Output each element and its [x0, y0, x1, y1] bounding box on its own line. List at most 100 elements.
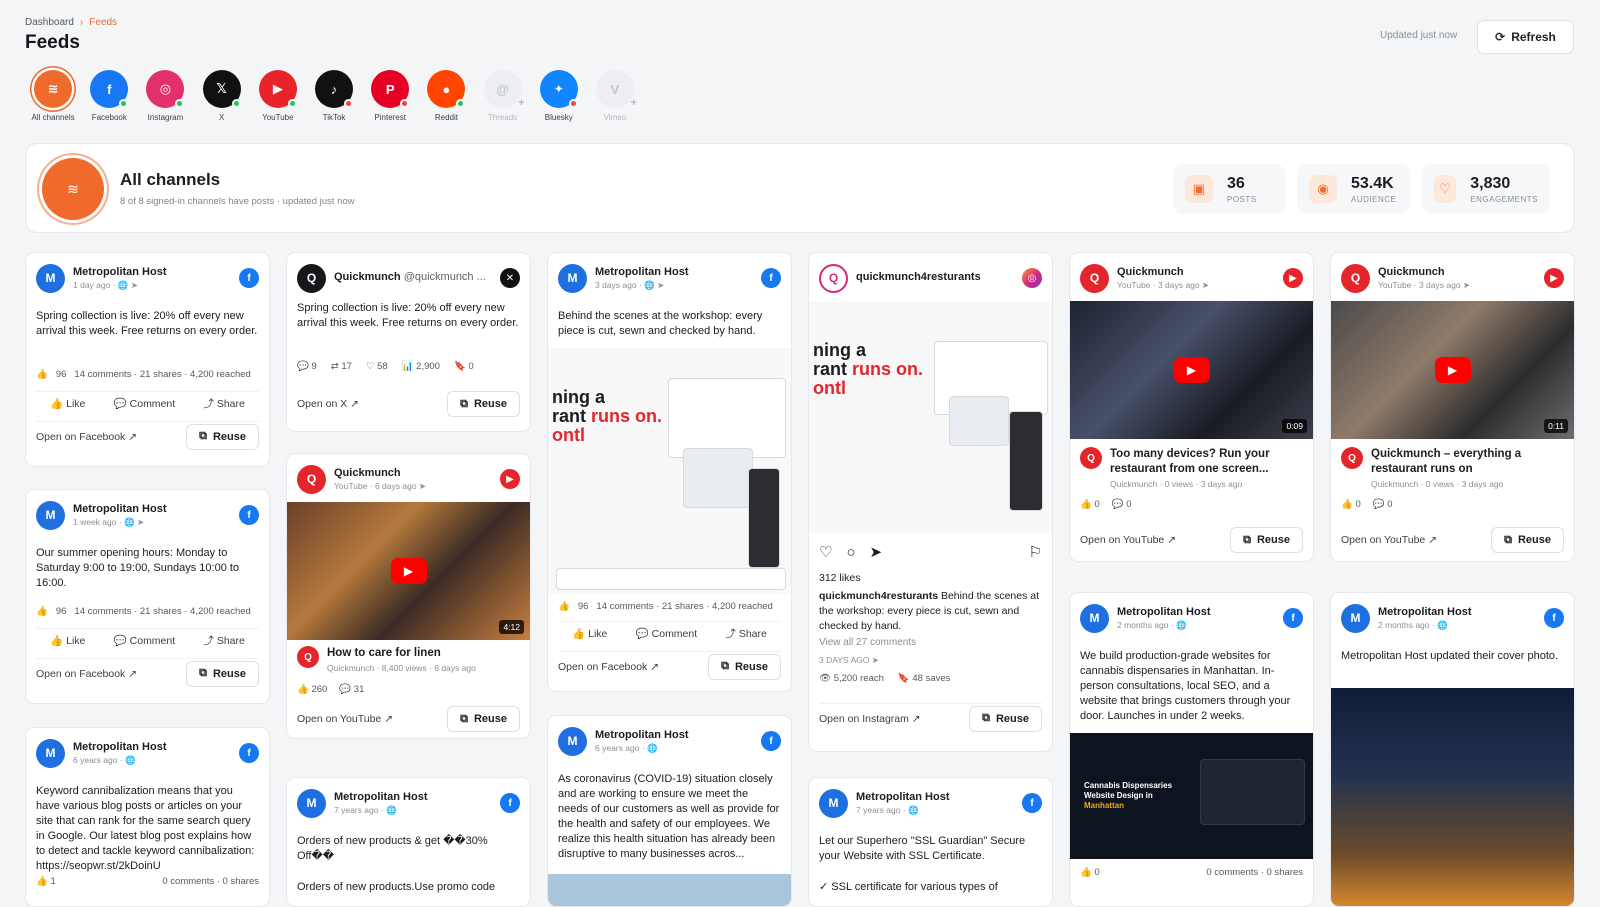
- breadcrumb-root[interactable]: Dashboard: [25, 17, 74, 28]
- reuse-button[interactable]: ⧉ Reuse: [1230, 527, 1303, 553]
- post-text-continued: ✓ SSL certificate for various types of: [819, 881, 998, 893]
- avatar: Q: [819, 263, 848, 293]
- author-name[interactable]: Quickmunch: [1378, 266, 1544, 279]
- bookmark-icon: 🔖 0: [453, 361, 474, 372]
- author-name[interactable]: Metropolitan Host: [595, 266, 761, 279]
- channel-label: Threads: [487, 113, 518, 122]
- card-footer: Open on X ↗ ⧉ Reuse: [297, 389, 520, 419]
- banner-title: All channels: [120, 170, 221, 189]
- share-button[interactable]: ⤴ Share: [203, 633, 244, 648]
- refresh-button[interactable]: ⟳ Refresh: [1477, 20, 1574, 54]
- channel-label: Bluesky: [544, 113, 573, 122]
- youtube-icon: ▶: [1283, 268, 1303, 288]
- video-thumbnail[interactable]: ▶ 0:11: [1331, 301, 1574, 439]
- author-name[interactable]: Quickmunch: [334, 467, 500, 480]
- author-name[interactable]: Metropolitan Host: [73, 266, 239, 279]
- instagram-actions: ♡ ○ ➤ ⚐: [819, 543, 1042, 562]
- reuse-button[interactable]: ⧉ Reuse: [186, 423, 259, 450]
- like-button[interactable]: 👍 Like: [50, 634, 85, 647]
- post-time: 2 months ago · 🌐: [1378, 619, 1448, 630]
- reuse-button[interactable]: ⧉ Reuse: [708, 653, 781, 680]
- channel-bluesky[interactable]: ✦ Bluesky: [531, 70, 587, 122]
- channel-threads[interactable]: @ + Threads: [475, 70, 531, 122]
- play-icon: ▶: [1434, 357, 1471, 383]
- eye-icon: ◉: [1309, 175, 1337, 203]
- like-button[interactable]: 👍 Like: [572, 627, 607, 640]
- open-facebook-link[interactable]: Open on Facebook ↗: [558, 661, 659, 673]
- comment-icon[interactable]: ○: [846, 544, 855, 561]
- copy-icon: ⧉: [982, 712, 990, 724]
- avatar: M: [558, 263, 587, 293]
- author-name[interactable]: Metropolitan Host: [73, 503, 239, 516]
- channel-tiktok[interactable]: ♪ TikTok: [306, 70, 362, 122]
- author-name[interactable]: Metropolitan Host: [856, 791, 1022, 804]
- comment-button[interactable]: 💬 Comment: [114, 634, 176, 647]
- author-name[interactable]: Metropolitan Host: [73, 741, 239, 754]
- open-instagram-link[interactable]: Open on Instagram ↗: [819, 713, 921, 725]
- video-title[interactable]: How to care for linen: [327, 646, 476, 661]
- open-facebook-link[interactable]: Open on Facebook ↗: [36, 668, 137, 680]
- video-thumbnail[interactable]: ▶ 0:09: [1070, 301, 1313, 439]
- avatar: M: [36, 263, 65, 293]
- reuse-button[interactable]: ⧉ Reuse: [447, 706, 520, 732]
- video-title[interactable]: Quickmunch – everything a restaurant run…: [1371, 447, 1564, 477]
- post-time: 6 years ago · 🌐: [595, 742, 658, 753]
- post-image[interactable]: Cannabis Dispensaries Website Design in …: [1070, 733, 1313, 859]
- reuse-button[interactable]: ⧉ Reuse: [447, 391, 520, 417]
- avatar: Q: [1080, 263, 1109, 293]
- card-footer: Open on YouTube ↗ ⧉ Reuse: [1341, 525, 1564, 555]
- open-youtube-link[interactable]: Open on YouTube ↗: [297, 713, 393, 725]
- channel-facebook[interactable]: f Facebook: [81, 70, 137, 122]
- status-dot: [568, 99, 578, 108]
- channel-summary-banner: ≋ All channels 8 of 8 signed-in channels…: [25, 143, 1575, 233]
- reuse-button[interactable]: ⧉ Reuse: [969, 705, 1042, 732]
- post-text: Orders of new products & get ��30% Off��: [297, 835, 488, 862]
- like-button[interactable]: 👍 Like: [50, 397, 85, 410]
- video-card: Q Quickmunch YouTube · 3 days ago ➤ ▶ ▶ 0…: [1069, 252, 1314, 562]
- phone-screenshot: [1009, 411, 1043, 511]
- reuse-button[interactable]: ⧉ Reuse: [1491, 527, 1564, 553]
- author-name[interactable]: quickmunch4resturants: [856, 271, 1022, 284]
- author-name[interactable]: Metropolitan Host: [1117, 606, 1283, 619]
- view-comments-link[interactable]: View all 27 comments: [819, 635, 1042, 650]
- bookmark-icon[interactable]: ⚐: [1029, 543, 1042, 561]
- author-name[interactable]: Metropolitan Host: [1378, 606, 1544, 619]
- send-icon[interactable]: ➤: [870, 543, 883, 561]
- post-image[interactable]: [548, 874, 791, 906]
- comment-button[interactable]: 💬 Comment: [636, 627, 698, 640]
- channel-youtube[interactable]: ▶ YouTube: [250, 70, 306, 122]
- share-button[interactable]: ⤴ Share: [725, 626, 766, 641]
- channel-pinterest[interactable]: P Pinterest: [362, 70, 418, 122]
- channel-all[interactable]: ≋ All channels: [25, 70, 81, 122]
- channel-instagram[interactable]: ◎ Instagram: [137, 70, 193, 122]
- comment-button[interactable]: 💬 Comment: [114, 397, 176, 410]
- facebook-icon: f: [761, 731, 781, 751]
- share-button[interactable]: ⤴ Share: [203, 396, 244, 411]
- vimeo-icon: V +: [595, 70, 637, 109]
- post-image[interactable]: ning a rant runs on. ontl: [548, 348, 791, 594]
- open-facebook-link[interactable]: Open on Facebook ↗: [36, 431, 137, 443]
- video-thumbnail[interactable]: ▶ 4:12: [287, 502, 530, 640]
- cover-photo[interactable]: [1331, 688, 1574, 906]
- reuse-button[interactable]: ⧉ Reuse: [186, 660, 259, 687]
- open-x-link[interactable]: Open on X ↗: [297, 398, 359, 410]
- video-title[interactable]: Too many devices? Run your restaurant fr…: [1110, 447, 1303, 477]
- facebook-icon: f: [90, 70, 129, 108]
- post-text: Spring collection is live: 20% off every…: [297, 302, 519, 329]
- avatar: Q: [1341, 447, 1363, 469]
- author-name[interactable]: Quickmunch @quickmunch ...: [334, 271, 500, 284]
- author-name[interactable]: Metropolitan Host: [595, 729, 761, 742]
- post-text: Behind the scenes at the workshop: every…: [558, 310, 763, 337]
- heart-icon[interactable]: ♡: [819, 543, 832, 561]
- channel-x[interactable]: 𝕏 X: [194, 70, 250, 122]
- author-name[interactable]: Quickmunch: [1117, 266, 1283, 279]
- post-text: As coronavirus (COVID-19) situation clos…: [558, 773, 780, 860]
- open-youtube-link[interactable]: Open on YouTube ↗: [1341, 534, 1437, 546]
- avatar: Q: [297, 464, 326, 494]
- open-youtube-link[interactable]: Open on YouTube ↗: [1080, 534, 1176, 546]
- video-meta: Quickmunch · 0 views · 3 days ago: [1371, 479, 1504, 489]
- post-image[interactable]: ning a rant runs on. ontl: [809, 301, 1052, 533]
- channel-reddit[interactable]: ● Reddit: [418, 70, 474, 122]
- author-name[interactable]: Metropolitan Host: [334, 791, 500, 804]
- channel-vimeo[interactable]: V + Vimeo: [587, 70, 643, 122]
